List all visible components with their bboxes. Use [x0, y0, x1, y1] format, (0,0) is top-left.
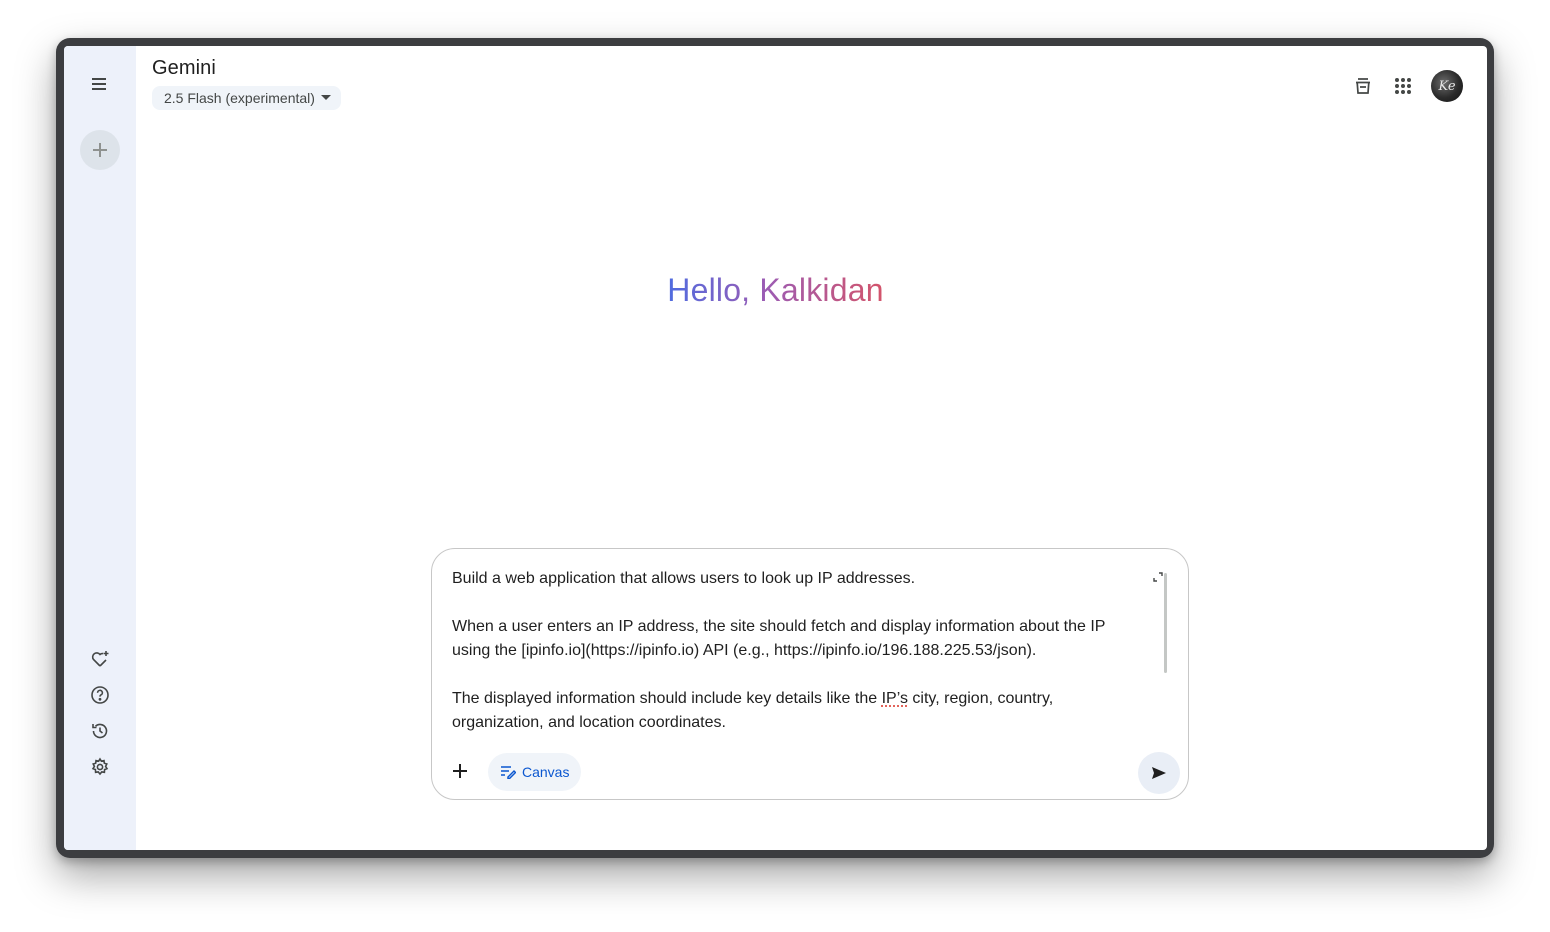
model-selector[interactable]: 2.5 Flash (experimental) [152, 86, 341, 110]
plus-icon [453, 764, 467, 778]
activity-button[interactable] [86, 717, 114, 745]
menu-button[interactable] [80, 64, 120, 104]
sidebar [64, 46, 136, 850]
app-title: Gemini [152, 57, 216, 79]
apps-grid-icon [1395, 78, 1411, 94]
canvas-button[interactable]: Canvas [488, 753, 582, 791]
model-label: 2.5 Flash (experimental) [164, 90, 315, 106]
expand-icon [1153, 572, 1163, 582]
prompt-line-2: When a user enters an IP address, the si… [452, 618, 1110, 659]
prompt-scrollbar[interactable] [1164, 573, 1167, 673]
temporary-chat-button[interactable] [1343, 66, 1383, 106]
add-attachment-button[interactable] [444, 755, 476, 787]
google-apps-button[interactable] [1383, 66, 1423, 106]
menu-icon [92, 78, 106, 90]
header-actions: Ke [1343, 66, 1463, 106]
caret-down-icon [320, 95, 331, 100]
canvas-icon [501, 766, 516, 779]
prompt-composer: Build a web application that allows user… [431, 548, 1189, 800]
gem-manager-button[interactable] [86, 645, 114, 673]
help-icon [91, 686, 109, 704]
temporary-chat-icon [1356, 78, 1370, 94]
prompt-line-1: Build a web application that allows user… [452, 570, 916, 587]
app-window: Gemini 2.5 Flash (experimental) Ke Hello… [64, 46, 1487, 850]
plus-icon [93, 143, 107, 157]
send-icon [1152, 767, 1166, 779]
new-chat-button[interactable] [80, 130, 120, 170]
help-button[interactable] [86, 681, 114, 709]
gear-icon [91, 757, 109, 776]
greeting-text: Hello, Kalkidan [667, 272, 884, 308]
prompt-input[interactable]: Build a web application that allows user… [452, 567, 1142, 735]
history-icon [92, 723, 108, 739]
canvas-label: Canvas [522, 764, 570, 780]
send-button[interactable] [1138, 752, 1180, 794]
account-avatar[interactable]: Ke [1431, 70, 1463, 102]
gem-icon [91, 651, 109, 667]
settings-button[interactable] [86, 753, 114, 781]
prompt-line-3-start: The displayed information should include… [452, 690, 882, 707]
spellcheck-flagged-word: IP’s [881, 690, 908, 707]
greeting: Hello, Kalkidan [64, 272, 1487, 309]
